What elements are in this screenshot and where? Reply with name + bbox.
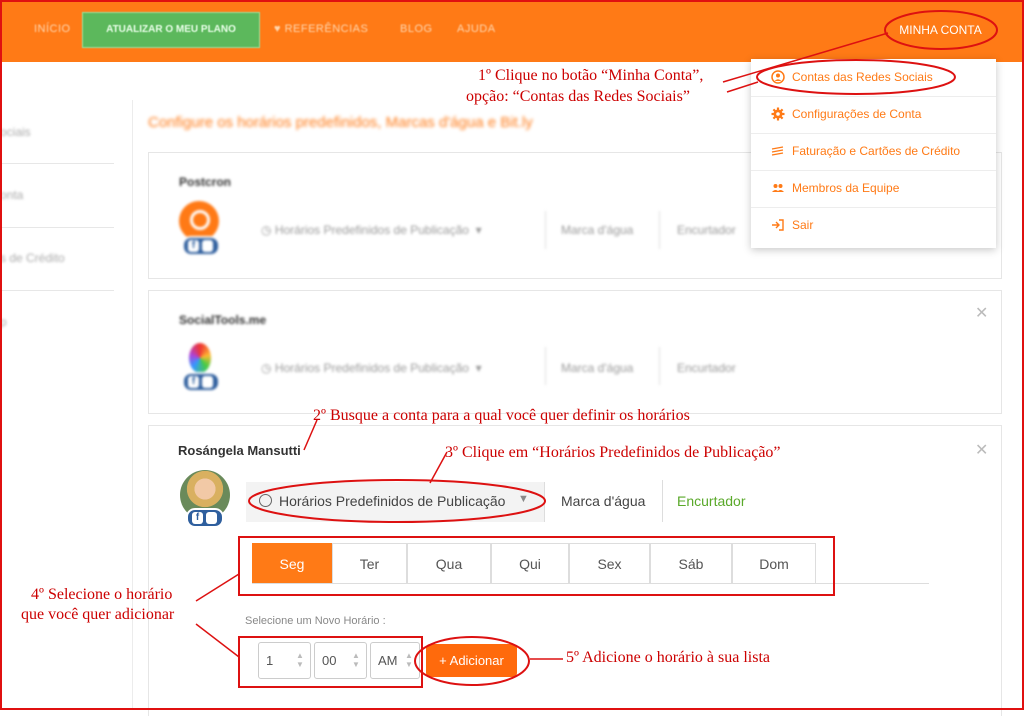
- annotation-step1-line2: opção: “Contas das Redes Sociais”: [466, 88, 690, 105]
- annotation-line: [195, 623, 240, 658]
- annotation-box-time: [238, 636, 423, 688]
- annotation-ellipse-schedule: [248, 479, 546, 523]
- annotation-step1-line1: 1º Clique no botão “Minha Conta”,: [478, 67, 704, 84]
- annotation-line: [726, 81, 759, 93]
- annotation-ellipse-add: [414, 636, 530, 686]
- annotation-box-days: [238, 536, 835, 596]
- annotation-line: [722, 32, 889, 83]
- annotation-step4-line2: que você quer adicionar: [21, 606, 175, 623]
- annotation-line: [195, 573, 240, 602]
- annotation-step5: 5º Adicione o horário à sua lista: [566, 649, 771, 666]
- annotation-ellipse-account: [884, 10, 998, 50]
- annotation-step3: 3º Clique em “Horários Predefinidos de P…: [445, 444, 781, 461]
- annotation-ellipse-social-accounts: [756, 59, 956, 95]
- annotation-step2: 2º Busque a conta para a qual você quer …: [313, 407, 690, 424]
- annotation-step4-line1: 4º Selecione o horário: [31, 586, 173, 603]
